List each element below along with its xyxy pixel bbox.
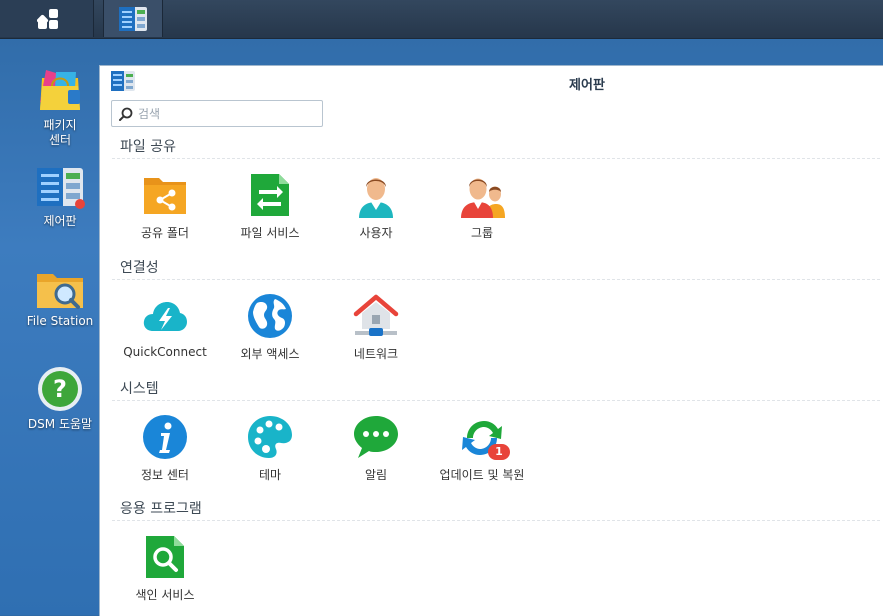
control-panel-icon bbox=[37, 168, 85, 209]
desktop-icon-label: DSM 도움말 bbox=[27, 417, 93, 431]
item-external-access[interactable]: 외부 액세스 bbox=[220, 293, 320, 362]
item-group[interactable]: 그룹 bbox=[432, 172, 532, 241]
item-indexing-service[interactable]: 색인 서비스 bbox=[115, 534, 215, 603]
svg-text:?: ? bbox=[53, 375, 67, 403]
indexing-search-icon bbox=[146, 536, 184, 578]
item-label: 그룹 bbox=[470, 226, 494, 240]
item-user[interactable]: 사용자 bbox=[326, 172, 426, 241]
item-notification[interactable]: 알림 bbox=[326, 414, 426, 483]
file-station-icon bbox=[37, 274, 83, 309]
item-label: 테마 bbox=[258, 468, 282, 482]
item-network[interactable]: 네트워크 bbox=[326, 293, 426, 362]
taskbar-control-panel-button[interactable] bbox=[103, 0, 163, 37]
desktop-dsm-help[interactable]: ? DSM 도움말 bbox=[12, 365, 108, 432]
user-icon bbox=[359, 178, 393, 218]
window-title: 제어판 bbox=[569, 78, 605, 93]
main-menu-button[interactable] bbox=[0, 0, 94, 37]
desktop-package-center[interactable]: 패키지 센터 bbox=[12, 66, 108, 148]
help-icon: ? bbox=[38, 367, 82, 411]
search-box[interactable] bbox=[111, 100, 323, 127]
item-label: 외부 액세스 bbox=[240, 347, 300, 361]
section-divider bbox=[112, 279, 880, 280]
control-panel-icon bbox=[119, 7, 147, 31]
section-applications: 응용 프로그램 색인 서비스 bbox=[100, 498, 883, 616]
grid-icon bbox=[37, 9, 58, 29]
search-input[interactable] bbox=[136, 104, 320, 124]
quickconnect-cloud-icon bbox=[143, 302, 187, 331]
item-theme[interactable]: 테마 bbox=[220, 414, 320, 483]
section-file-sharing: 파일 공유 공유 폴더 파일 서비스 사용자 그룹 bbox=[100, 136, 883, 256]
section-title: 파일 공유 bbox=[120, 139, 176, 155]
control-panel-window: 제어판 파일 공유 공유 폴더 bbox=[99, 65, 883, 616]
item-label: 네트워크 bbox=[353, 347, 399, 361]
section-divider bbox=[112, 158, 880, 159]
item-label: 공유 폴더 bbox=[141, 226, 189, 240]
item-label: 알림 bbox=[364, 468, 388, 482]
shared-folder-icon bbox=[144, 178, 186, 214]
item-label: 색인 서비스 bbox=[135, 588, 195, 602]
section-title: 시스템 bbox=[120, 381, 159, 397]
palette-icon bbox=[248, 416, 292, 458]
globe-icon bbox=[248, 294, 292, 338]
item-shared-folder[interactable]: 공유 폴더 bbox=[115, 172, 215, 241]
window-header: 제어판 bbox=[100, 66, 883, 98]
item-update-restore[interactable]: 1 업데이트 및 복원 bbox=[432, 414, 532, 483]
section-title: 응용 프로그램 bbox=[120, 501, 202, 517]
network-house-icon bbox=[353, 294, 399, 336]
search-icon bbox=[119, 107, 133, 121]
desktop-icon-label: 제어판 bbox=[43, 214, 77, 228]
section-divider bbox=[112, 520, 880, 521]
item-label: 사용자 bbox=[359, 226, 393, 240]
desktop-control-panel[interactable]: 제어판 bbox=[12, 166, 108, 229]
section-system: 시스템 정보 센터 테마 알림 1 업데이트 및 복원 bbox=[100, 378, 883, 498]
section-connectivity: 연결성 QuickConnect 외부 액세스 네트워크 bbox=[100, 257, 883, 377]
package-center-icon bbox=[40, 70, 80, 110]
item-file-services[interactable]: 파일 서비스 bbox=[220, 172, 320, 241]
chat-bubble-icon bbox=[354, 416, 398, 458]
item-label: QuickConnect bbox=[123, 345, 207, 359]
item-label: 업데이트 및 복원 bbox=[439, 468, 525, 482]
taskbar bbox=[0, 0, 883, 39]
section-title: 연결성 bbox=[120, 260, 159, 276]
desktop-file-station[interactable]: File Station bbox=[12, 266, 108, 329]
desktop-icon-label: File Station bbox=[26, 314, 94, 328]
update-badge: 1 bbox=[488, 444, 510, 460]
item-label: 정보 센터 bbox=[141, 468, 189, 482]
info-icon bbox=[143, 415, 187, 459]
file-services-icon bbox=[251, 174, 289, 216]
desktop-icon-label: 패키지 센터 bbox=[43, 118, 77, 147]
group-icon bbox=[461, 178, 505, 218]
section-divider bbox=[112, 400, 880, 401]
item-info-center[interactable]: 정보 센터 bbox=[115, 414, 215, 483]
item-label: 파일 서비스 bbox=[240, 226, 300, 240]
item-quickconnect[interactable]: QuickConnect bbox=[115, 293, 215, 359]
